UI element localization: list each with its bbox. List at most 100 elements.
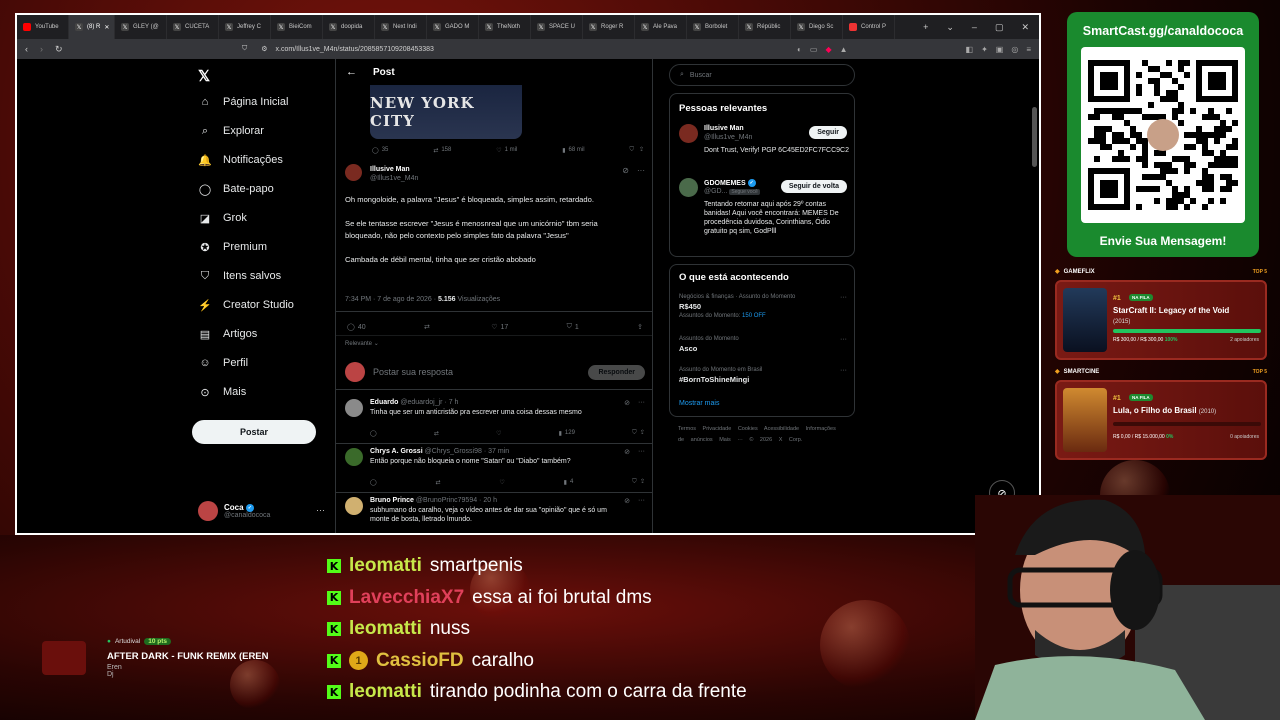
reply-input[interactable]: Postar sua resposta bbox=[373, 367, 453, 377]
search-input[interactable]: ⌕ Buscar bbox=[669, 64, 855, 86]
comment[interactable]: Bruno Prince @BrunoPrinc79594 · 20 h ⊘ ···… bbox=[345, 497, 645, 533]
wallet-icon[interactable]: ▣ bbox=[996, 45, 1004, 54]
grok-icon[interactable]: ⊘ bbox=[624, 497, 630, 505]
repost-action[interactable]: ⇄ bbox=[434, 430, 439, 437]
grok-icon[interactable]: ⊘ bbox=[624, 399, 630, 407]
like-action[interactable]: ♡ bbox=[499, 479, 504, 486]
footer-links[interactable]: Termos Privacidade Cookies Acessibilidad… bbox=[678, 424, 848, 446]
like-action[interactable]: ♡ 1 mil bbox=[496, 147, 517, 154]
more-dots-icon[interactable]: ··· bbox=[840, 336, 847, 343]
more-dots-icon[interactable]: ··· bbox=[638, 497, 645, 505]
close-tab-icon[interactable]: ✕ bbox=[104, 24, 109, 31]
more-dots-icon[interactable]: ··· bbox=[840, 367, 847, 374]
cast-icon[interactable]: ▭ bbox=[810, 45, 818, 54]
more-dots-icon[interactable]: ··· bbox=[638, 448, 645, 456]
browser-tab[interactable]: 𝕏doopida bbox=[323, 15, 375, 39]
trend-extra-link[interactable]: 150 OFF bbox=[742, 313, 766, 319]
follow-back-button[interactable]: Seguir de volta bbox=[780, 180, 847, 193]
browser-tab[interactable]: Control P bbox=[843, 15, 895, 39]
avatar[interactable] bbox=[345, 164, 362, 181]
post-author-name[interactable]: Illusive Man bbox=[370, 166, 410, 173]
reply-action[interactable]: ◯ 40 bbox=[347, 323, 366, 332]
browser-tab[interactable]: 𝕏 CUCETA bbox=[167, 15, 219, 39]
trend-item[interactable]: Assuntos do Momento Asco ··· bbox=[679, 336, 847, 353]
close-icon[interactable]: ✕ bbox=[1021, 22, 1029, 33]
sidebar-item-notifica-es[interactable]: 🔔 Notificações bbox=[198, 153, 283, 167]
follow-button[interactable]: Seguir bbox=[809, 126, 847, 139]
browser-tab[interactable]: YouTube bbox=[17, 15, 69, 39]
scrollbar[interactable] bbox=[1032, 107, 1037, 167]
post-timestamp[interactable]: 7:34 PM · 7 de ago de 2026 · bbox=[345, 296, 438, 303]
minimize-icon[interactable]: – bbox=[972, 22, 977, 33]
bookmark-action[interactable]: ⛉ 1 bbox=[567, 323, 579, 331]
browser-tab[interactable]: 𝕏 Borbolet bbox=[687, 15, 739, 39]
show-more-link[interactable]: Mostrar mais bbox=[679, 400, 719, 407]
avatar[interactable] bbox=[345, 497, 363, 515]
account-switcher[interactable]: Coca ✓ @canaldococa ··· bbox=[198, 501, 325, 521]
new-tab-icon[interactable]: + bbox=[923, 22, 928, 33]
trend-item[interactable]: Negócios & finanças · Assunto do Momento… bbox=[679, 294, 847, 319]
views-action[interactable]: ▮ 129 bbox=[559, 430, 575, 437]
avatar[interactable] bbox=[345, 448, 363, 466]
more-dots-icon[interactable]: ··· bbox=[637, 166, 645, 175]
brave-icon[interactable]: ◆ bbox=[825, 45, 831, 54]
reply-action[interactable]: ◯ bbox=[370, 430, 377, 437]
like-action[interactable]: ♡ 17 bbox=[491, 323, 508, 332]
x-logo-icon[interactable]: 𝕏 bbox=[198, 67, 210, 85]
post-button[interactable]: Postar bbox=[192, 420, 316, 444]
site-info-icon[interactable]: ⚙ bbox=[261, 45, 267, 53]
vpn-icon[interactable]: ◎ bbox=[1011, 45, 1018, 54]
sidebar-item-mais[interactable]: ⊙ Mais bbox=[198, 385, 246, 399]
extensions-icon[interactable]: ✦ bbox=[981, 45, 988, 54]
maximize-icon[interactable]: ▢ bbox=[995, 22, 1004, 33]
more-dots-icon[interactable]: ··· bbox=[316, 505, 325, 515]
grok-icon[interactable]: ⊘ bbox=[624, 448, 630, 456]
browser-tab[interactable]: 𝕏 BieiCom bbox=[271, 15, 323, 39]
reload-icon[interactable]: ↻ bbox=[55, 44, 63, 55]
views-action[interactable]: ▮ 4 bbox=[564, 479, 574, 486]
forward-icon[interactable]: › bbox=[40, 44, 43, 55]
bookmark-icon[interactable]: ⛉ bbox=[242, 45, 247, 53]
url-input[interactable]: x.com/Illus1ve_M4n/status/20858571092084… bbox=[276, 46, 434, 53]
repost-action[interactable]: ⇄ bbox=[424, 323, 433, 331]
like-action[interactable]: ♡ bbox=[496, 430, 501, 437]
sidebar-item-premium[interactable]: ✪ Premium bbox=[198, 240, 267, 254]
sidebar-item-explorar[interactable]: ⌕ Explorar bbox=[198, 124, 264, 138]
sidebar-item-bate-papo[interactable]: ◯ Bate-papo bbox=[198, 182, 274, 196]
bookmark-action[interactable]: ⛉ ⇪ bbox=[632, 478, 645, 486]
back-icon[interactable]: ‹ bbox=[25, 44, 28, 55]
browser-tab[interactable]: 𝕏 TheNoth bbox=[479, 15, 531, 39]
post-author-handle[interactable]: @Illus1ve_M4n bbox=[370, 175, 418, 182]
browser-tab[interactable]: 𝕏 Diego Sc bbox=[791, 15, 843, 39]
browser-tab[interactable]: 𝕏 Jeffrey C bbox=[219, 15, 271, 39]
browser-tab[interactable]: 𝕏 (8) R ✕ bbox=[69, 15, 115, 39]
trend-item[interactable]: Assunto do Momento em Brasil #BornToShine… bbox=[679, 367, 847, 384]
back-arrow-icon[interactable]: ← bbox=[346, 66, 357, 78]
browser-tab[interactable]: 𝕏 Ale Pava bbox=[635, 15, 687, 39]
reply-button[interactable]: Responder bbox=[588, 364, 645, 380]
more-dots-icon[interactable]: ··· bbox=[638, 399, 645, 407]
sidebar-icon[interactable]: ◧ bbox=[966, 45, 974, 54]
menu-icon[interactable]: ≡ bbox=[1026, 45, 1031, 54]
sidebar-item-itens-salvos[interactable]: ⛉ Itens salvos bbox=[198, 269, 281, 283]
quoted-post-image[interactable]: NEW YORK CITY bbox=[370, 85, 522, 139]
browser-tab[interactable]: 𝕏 Roger R bbox=[583, 15, 635, 39]
sidebar-item-creator-studio[interactable]: ⚡ Creator Studio bbox=[198, 298, 294, 312]
reply-action[interactable]: ◯ 35 bbox=[372, 147, 388, 154]
shield-icon[interactable]: ◐ bbox=[797, 45, 802, 54]
share-icon[interactable]: ⇪ bbox=[637, 323, 643, 331]
comment[interactable]: Chrys A. Grossi @Chrys_Grossi98 · 37 min… bbox=[345, 448, 645, 494]
bookmark-action[interactable]: ⛉ ⇪ bbox=[629, 146, 644, 154]
comment-author[interactable]: Eduardo bbox=[370, 399, 398, 406]
comment[interactable]: Eduardo @eduardoj_jr · 7 h ⊘ ··· Tinha que … bbox=[345, 399, 645, 445]
browser-tab[interactable]: 𝕏 GLEY (@ bbox=[115, 15, 167, 39]
grok-icon[interactable]: ⊘ bbox=[622, 166, 629, 175]
sidebar-item-artigos[interactable]: ▤ Artigos bbox=[198, 327, 257, 341]
more-dots-icon[interactable]: ··· bbox=[840, 294, 847, 301]
chevron-down-icon[interactable]: ⌄ bbox=[946, 22, 954, 33]
avatar[interactable] bbox=[345, 399, 363, 417]
browser-tab[interactable]: 𝕏 GADO M bbox=[427, 15, 479, 39]
rewards-icon[interactable]: ▲ bbox=[840, 45, 848, 54]
sort-dropdown[interactable]: Relevante ⌄ bbox=[345, 340, 379, 347]
sidebar-item-p-gina-inicial[interactable]: ⌂ Página Inicial bbox=[198, 95, 289, 109]
